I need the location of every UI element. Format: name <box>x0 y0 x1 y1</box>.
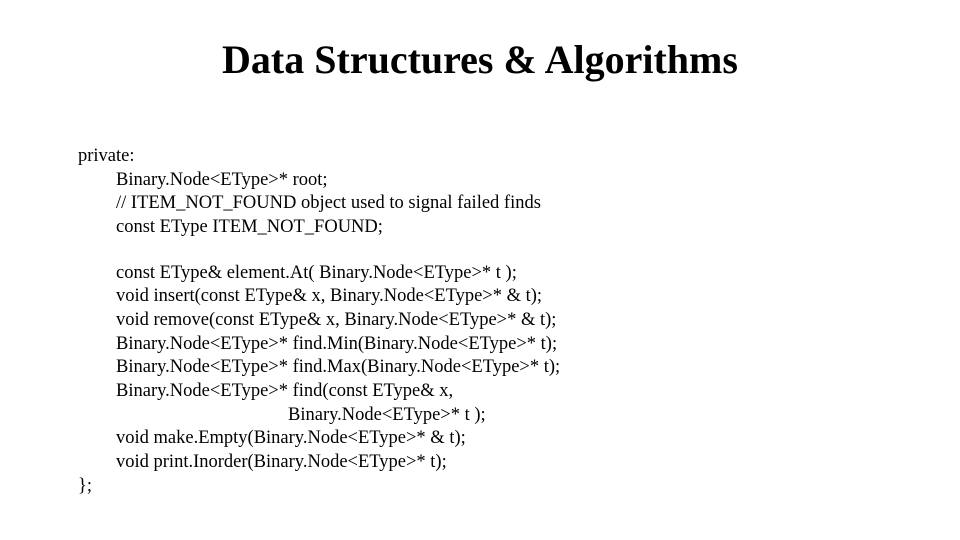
code-block: private: Binary.Node<EType>* root; // IT… <box>78 145 878 498</box>
code-line: Binary.Node<EType>* find(const EType& x, <box>78 380 878 404</box>
blank-line <box>78 240 878 262</box>
code-line: const EType& element.At( Binary.Node<ETy… <box>78 262 878 286</box>
code-line: void make.Empty(Binary.Node<EType>* & t)… <box>78 427 878 451</box>
code-line: Binary.Node<EType>* t ); <box>78 404 878 428</box>
code-line: }; <box>78 475 878 499</box>
slide-title: Data Structures & Algorithms <box>0 36 960 83</box>
code-line: void remove(const EType& x, Binary.Node<… <box>78 309 878 333</box>
code-line: Binary.Node<EType>* find.Max(Binary.Node… <box>78 356 878 380</box>
code-line: const EType ITEM_NOT_FOUND; <box>78 216 878 240</box>
code-line: // ITEM_NOT_FOUND object used to signal … <box>78 192 878 216</box>
code-line: private: <box>78 145 878 169</box>
code-line: Binary.Node<EType>* root; <box>78 169 878 193</box>
code-line: void print.Inorder(Binary.Node<EType>* t… <box>78 451 878 475</box>
code-line: Binary.Node<EType>* find.Min(Binary.Node… <box>78 333 878 357</box>
code-line: void insert(const EType& x, Binary.Node<… <box>78 285 878 309</box>
slide: Data Structures & Algorithms private: Bi… <box>0 0 960 540</box>
